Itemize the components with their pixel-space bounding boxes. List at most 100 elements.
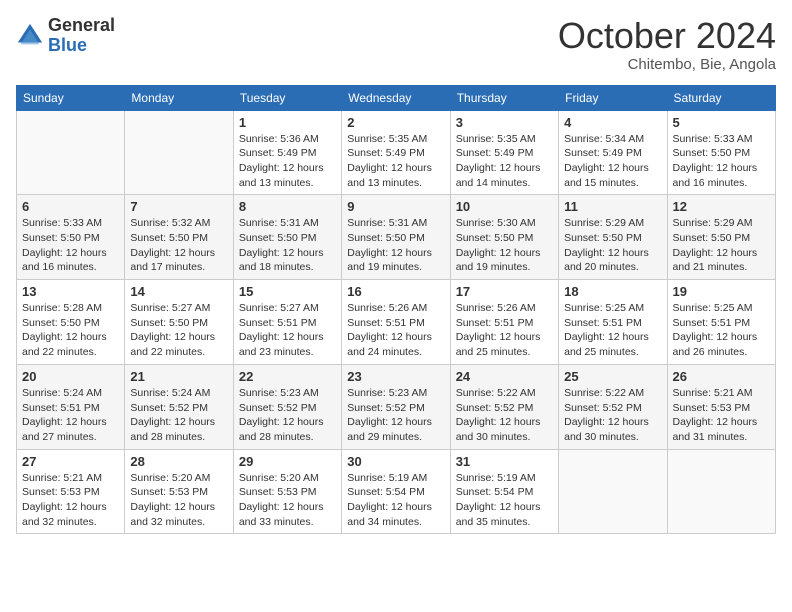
day-info: Sunrise: 5:20 AM Sunset: 5:53 PM Dayligh… [239, 471, 336, 530]
location-title: Chitembo, Bie, Angola [558, 56, 776, 73]
day-info: Sunrise: 5:27 AM Sunset: 5:51 PM Dayligh… [239, 301, 336, 360]
calendar-cell: 16 Sunrise: 5:26 AM Sunset: 5:51 PM Dayli… [342, 280, 450, 365]
calendar-cell: 22Sunrise: 5:23 AM Sunset: 5:52 PM Dayli… [233, 364, 341, 449]
day-info: Sunrise: 5:22 AM Sunset: 5:52 PM Dayligh… [456, 386, 553, 445]
day-info: Sunrise: 5:20 AM Sunset: 5:53 PM Dayligh… [130, 471, 227, 530]
day-info: Sunrise: 5:33 AM Sunset: 5:50 PM Dayligh… [673, 132, 770, 191]
calendar-cell: 29 Sunrise: 5:20 AM Sunset: 5:53 PM Dayli… [233, 449, 341, 534]
day-number: 5 [673, 115, 770, 130]
day-info: Sunrise: 5:31 AM Sunset: 5:50 PM Dayligh… [347, 216, 444, 275]
calendar-cell: 30Sunrise: 5:19 AM Sunset: 5:54 PM Dayli… [342, 449, 450, 534]
page-header: General Blue October 2024 Chitembo, Bie,… [16, 16, 776, 73]
calendar-cell: 14 Sunrise: 5:27 AM Sunset: 5:50 PM Dayli… [125, 280, 233, 365]
day-number: 20 [22, 369, 119, 384]
day-number: 27 [22, 454, 119, 469]
day-info: Sunrise: 5:24 AM Sunset: 5:51 PM Dayligh… [22, 386, 119, 445]
day-number: 3 [456, 115, 553, 130]
day-number: 2 [347, 115, 444, 130]
day-number: 26 [673, 369, 770, 384]
calendar-cell [559, 449, 667, 534]
day-info: Sunrise: 5:29 AM Sunset: 5:50 PM Dayligh… [564, 216, 661, 275]
day-info: Sunrise: 5:26 AM Sunset: 5:51 PM Dayligh… [347, 301, 444, 360]
calendar-cell: 26Sunrise: 5:21 AM Sunset: 5:53 PM Dayli… [667, 364, 775, 449]
day-info: Sunrise: 5:25 AM Sunset: 5:51 PM Dayligh… [564, 301, 661, 360]
day-info: Sunrise: 5:36 AM Sunset: 5:49 PM Dayligh… [239, 132, 336, 191]
day-number: 24 [456, 369, 553, 384]
logo-text: General Blue [48, 16, 115, 56]
day-info: Sunrise: 5:19 AM Sunset: 5:54 PM Dayligh… [456, 471, 553, 530]
day-info: Sunrise: 5:35 AM Sunset: 5:49 PM Dayligh… [347, 132, 444, 191]
calendar-cell: 21 Sunrise: 5:24 AM Sunset: 5:52 PM Dayli… [125, 364, 233, 449]
day-info: Sunrise: 5:33 AM Sunset: 5:50 PM Dayligh… [22, 216, 119, 275]
day-number: 9 [347, 199, 444, 214]
day-number: 21 [130, 369, 227, 384]
calendar-cell: 10 Sunrise: 5:30 AM Sunset: 5:50 PM Dayli… [450, 195, 558, 280]
weekday-header-thursday: Thursday [450, 85, 558, 110]
logo: General Blue [16, 16, 115, 56]
weekday-header-row: SundayMondayTuesdayWednesdayThursdayFrid… [17, 85, 776, 110]
calendar-cell: 23Sunrise: 5:23 AM Sunset: 5:52 PM Dayli… [342, 364, 450, 449]
calendar-cell: 9 Sunrise: 5:31 AM Sunset: 5:50 PM Daylig… [342, 195, 450, 280]
calendar-cell: 1 Sunrise: 5:36 AM Sunset: 5:49 PM Daylig… [233, 110, 341, 195]
logo-blue: Blue [48, 35, 87, 55]
day-info: Sunrise: 5:19 AM Sunset: 5:54 PM Dayligh… [347, 471, 444, 530]
calendar-cell: 28Sunrise: 5:20 AM Sunset: 5:53 PM Dayli… [125, 449, 233, 534]
calendar-week-2: 6Sunrise: 5:33 AM Sunset: 5:50 PM Daylig… [17, 195, 776, 280]
calendar-cell: 15 Sunrise: 5:27 AM Sunset: 5:51 PM Dayli… [233, 280, 341, 365]
weekday-header-saturday: Saturday [667, 85, 775, 110]
calendar-cell: 19Sunrise: 5:25 AM Sunset: 5:51 PM Dayli… [667, 280, 775, 365]
day-number: 16 [347, 284, 444, 299]
calendar-cell: 24 Sunrise: 5:22 AM Sunset: 5:52 PM Dayli… [450, 364, 558, 449]
day-info: Sunrise: 5:27 AM Sunset: 5:50 PM Dayligh… [130, 301, 227, 360]
day-number: 1 [239, 115, 336, 130]
day-info: Sunrise: 5:29 AM Sunset: 5:50 PM Dayligh… [673, 216, 770, 275]
day-info: Sunrise: 5:28 AM Sunset: 5:50 PM Dayligh… [22, 301, 119, 360]
calendar-cell [125, 110, 233, 195]
calendar-cell: 3 Sunrise: 5:35 AM Sunset: 5:49 PM Daylig… [450, 110, 558, 195]
day-info: Sunrise: 5:21 AM Sunset: 5:53 PM Dayligh… [22, 471, 119, 530]
day-info: Sunrise: 5:26 AM Sunset: 5:51 PM Dayligh… [456, 301, 553, 360]
day-info: Sunrise: 5:34 AM Sunset: 5:49 PM Dayligh… [564, 132, 661, 191]
calendar-week-5: 27 Sunrise: 5:21 AM Sunset: 5:53 PM Dayli… [17, 449, 776, 534]
day-number: 31 [456, 454, 553, 469]
calendar-cell: 13 Sunrise: 5:28 AM Sunset: 5:50 PM Dayli… [17, 280, 125, 365]
weekday-header-wednesday: Wednesday [342, 85, 450, 110]
calendar-table: SundayMondayTuesdayWednesdayThursdayFrid… [16, 85, 776, 535]
logo-general: General [48, 15, 115, 35]
calendar-cell: 31 Sunrise: 5:19 AM Sunset: 5:54 PM Dayli… [450, 449, 558, 534]
day-info: Sunrise: 5:35 AM Sunset: 5:49 PM Dayligh… [456, 132, 553, 191]
day-number: 4 [564, 115, 661, 130]
day-info: Sunrise: 5:25 AM Sunset: 5:51 PM Dayligh… [673, 301, 770, 360]
day-number: 8 [239, 199, 336, 214]
day-number: 10 [456, 199, 553, 214]
calendar-cell: 25 Sunrise: 5:22 AM Sunset: 5:52 PM Dayli… [559, 364, 667, 449]
day-info: Sunrise: 5:30 AM Sunset: 5:50 PM Dayligh… [456, 216, 553, 275]
calendar-cell: 20 Sunrise: 5:24 AM Sunset: 5:51 PM Dayli… [17, 364, 125, 449]
day-info: Sunrise: 5:32 AM Sunset: 5:50 PM Dayligh… [130, 216, 227, 275]
calendar-cell: 12Sunrise: 5:29 AM Sunset: 5:50 PM Dayli… [667, 195, 775, 280]
calendar-week-1: 1 Sunrise: 5:36 AM Sunset: 5:49 PM Daylig… [17, 110, 776, 195]
day-info: Sunrise: 5:24 AM Sunset: 5:52 PM Dayligh… [130, 386, 227, 445]
day-info: Sunrise: 5:23 AM Sunset: 5:52 PM Dayligh… [347, 386, 444, 445]
weekday-header-friday: Friday [559, 85, 667, 110]
day-number: 25 [564, 369, 661, 384]
title-block: October 2024 Chitembo, Bie, Angola [558, 16, 776, 73]
calendar-cell: 11Sunrise: 5:29 AM Sunset: 5:50 PM Dayli… [559, 195, 667, 280]
day-number: 14 [130, 284, 227, 299]
day-number: 7 [130, 199, 227, 214]
weekday-header-tuesday: Tuesday [233, 85, 341, 110]
day-info: Sunrise: 5:22 AM Sunset: 5:52 PM Dayligh… [564, 386, 661, 445]
month-title: October 2024 [558, 16, 776, 56]
day-number: 29 [239, 454, 336, 469]
day-number: 15 [239, 284, 336, 299]
calendar-cell: 4 Sunrise: 5:34 AM Sunset: 5:49 PM Daylig… [559, 110, 667, 195]
calendar-cell: 6Sunrise: 5:33 AM Sunset: 5:50 PM Daylig… [17, 195, 125, 280]
calendar-cell: 18Sunrise: 5:25 AM Sunset: 5:51 PM Dayli… [559, 280, 667, 365]
calendar-cell [667, 449, 775, 534]
calendar-cell: 5 Sunrise: 5:33 AM Sunset: 5:50 PM Daylig… [667, 110, 775, 195]
day-info: Sunrise: 5:23 AM Sunset: 5:52 PM Dayligh… [239, 386, 336, 445]
calendar-cell: 7 Sunrise: 5:32 AM Sunset: 5:50 PM Daylig… [125, 195, 233, 280]
day-number: 13 [22, 284, 119, 299]
calendar-body: 1 Sunrise: 5:36 AM Sunset: 5:49 PM Daylig… [17, 110, 776, 534]
calendar-cell: 27 Sunrise: 5:21 AM Sunset: 5:53 PM Dayli… [17, 449, 125, 534]
